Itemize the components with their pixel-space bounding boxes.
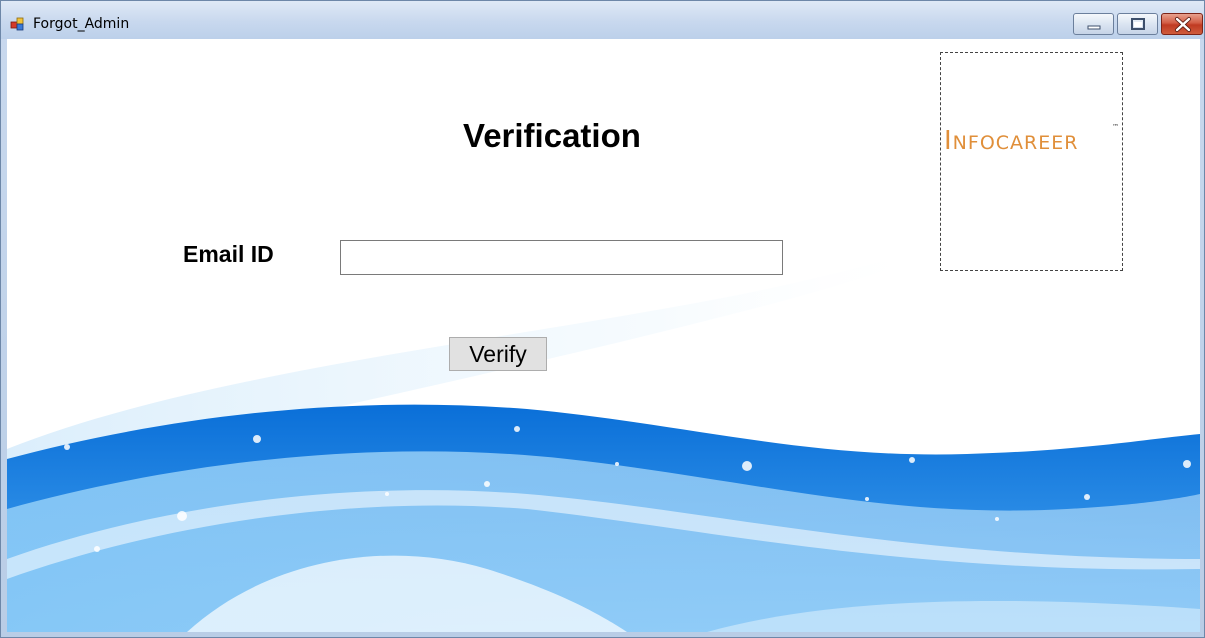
svg-text:™: ™ (1112, 123, 1119, 131)
maximize-icon (1131, 18, 1145, 30)
window: Forgot_Admin Verification Email ID Verif… (0, 0, 1205, 638)
infocareer-logo: INFOCAREER ™ (944, 123, 1119, 156)
verify-button[interactable]: Verify (449, 337, 547, 371)
page-title: Verification (463, 117, 641, 154)
logo-picture-box: INFOCAREER ™ (940, 52, 1123, 271)
close-button[interactable] (1161, 13, 1203, 35)
minimize-icon (1087, 25, 1101, 30)
maximize-button[interactable] (1117, 13, 1158, 35)
close-icon (1175, 17, 1191, 32)
minimize-button[interactable] (1073, 13, 1114, 35)
email-field[interactable] (340, 240, 783, 275)
svg-text:INFOCAREER: INFOCAREER (944, 126, 1078, 156)
app-icon[interactable] (10, 16, 26, 32)
title-bar[interactable]: Forgot_Admin (1, 1, 1204, 39)
window-title: Forgot_Admin (33, 16, 130, 32)
email-label: Email ID (183, 241, 274, 267)
form-client-area: Verification Email ID Verify INFOCAREER … (7, 39, 1200, 632)
